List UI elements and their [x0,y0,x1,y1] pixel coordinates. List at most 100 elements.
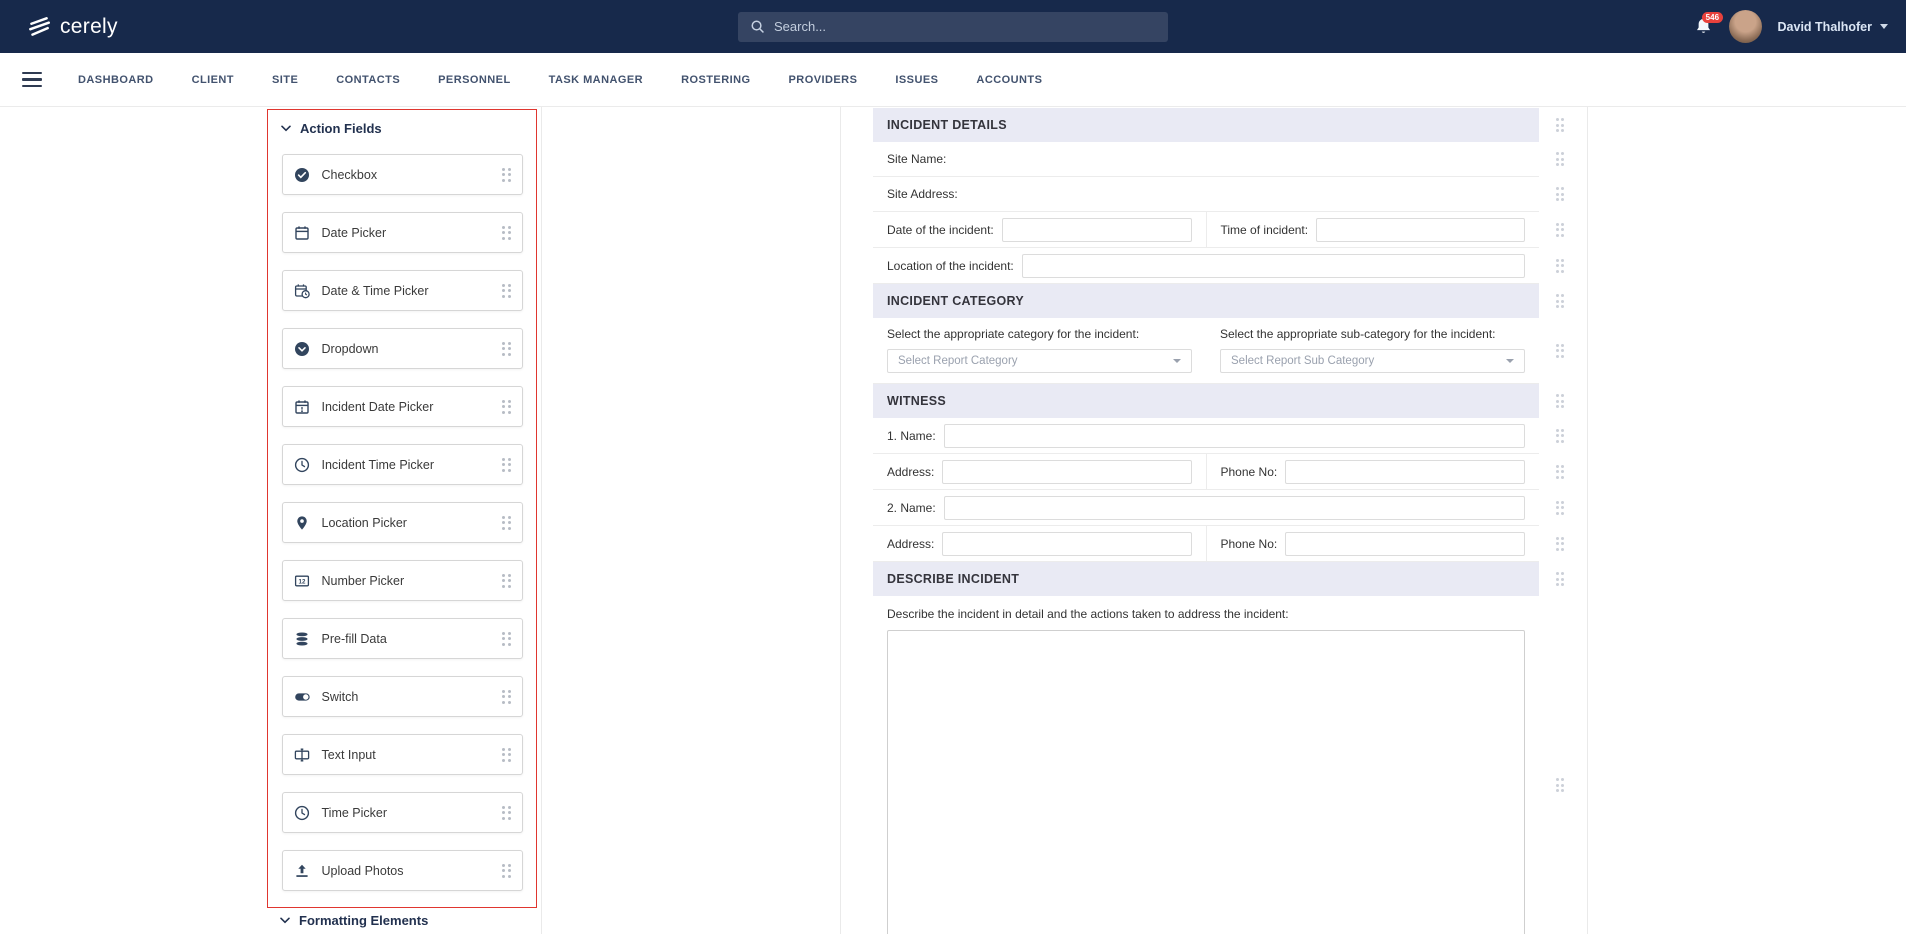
field-card-upload-photos[interactable]: Upload Photos [282,850,523,891]
field-card-time-picker[interactable]: Time Picker [282,792,523,833]
drag-handle-icon[interactable] [1556,394,1565,408]
action-fields-panel: Action Fields Checkbox Date Picker [267,109,537,908]
notifications-button[interactable]: 546 [1694,17,1713,36]
witness2-name-input[interactable] [944,496,1525,520]
section-header-witness: WITNESS [873,384,1539,418]
drag-handle-icon[interactable] [1556,259,1565,273]
upload-icon [294,862,311,879]
field-card-text-input[interactable]: Text Input [282,734,523,775]
incident-location-input[interactable] [1022,254,1525,278]
drag-handle-icon[interactable] [502,284,511,298]
incident-time-input[interactable] [1316,218,1525,242]
form-row-witness1-name: 1. Name: [873,418,1539,454]
form-row-site-address: Site Address: [873,177,1539,212]
form-row-describe: Describe the incident in detail and the … [873,596,1539,934]
nav-item-dashboard[interactable]: DASHBOARD [78,74,154,86]
field-card-switch[interactable]: Switch [282,676,523,717]
drag-handle-icon[interactable] [502,516,511,530]
field-card-date-time-picker[interactable]: Date & Time Picker [282,270,523,311]
witness2-name-label: 2. Name: [887,501,936,515]
drag-handle-icon[interactable] [502,342,511,356]
main-nav: DASHBOARD CLIENT SITE CONTACTS PERSONNEL… [0,53,1906,107]
drag-handle-icon[interactable] [1556,223,1565,237]
pane-divider [541,107,542,934]
section-header-incident-details: INCIDENT DETAILS [873,108,1539,142]
drag-handle-icon[interactable] [502,748,511,762]
nav-item-task-manager[interactable]: TASK MANAGER [549,74,643,86]
nav-item-rostering[interactable]: ROSTERING [681,74,750,86]
drag-handle-icon[interactable] [1556,294,1565,308]
chevron-down-icon [1880,24,1888,29]
formatting-elements-section-toggle[interactable]: Formatting Elements [267,913,428,928]
report-category-dropdown[interactable]: Select Report Category [887,349,1192,373]
nav-item-contacts[interactable]: CONTACTS [336,74,400,86]
describe-textarea[interactable] [887,630,1525,934]
drag-handle-icon[interactable] [502,806,511,820]
topbar-right: 546 David Thalhofer [1694,0,1888,53]
nav-item-personnel[interactable]: PERSONNEL [438,74,511,86]
menu-toggle-button[interactable] [22,72,42,88]
global-search[interactable] [738,12,1168,42]
field-card-checkbox[interactable]: Checkbox [282,154,523,195]
field-card-number-picker[interactable]: 12 Number Picker [282,560,523,601]
field-card-incident-date-picker[interactable]: Incident Date Picker [282,386,523,427]
field-card-dropdown[interactable]: Dropdown [282,328,523,369]
drag-handle-icon[interactable] [1556,118,1565,132]
brand-name: cerely [60,15,118,39]
drag-handle-icon[interactable] [1556,429,1565,443]
report-subcategory-dropdown[interactable]: Select Report Sub Category [1220,349,1525,373]
witness1-phone-input[interactable] [1285,460,1525,484]
action-fields-section-toggle[interactable]: Action Fields [268,110,536,136]
field-card-incident-time-picker[interactable]: Incident Time Picker [282,444,523,485]
main-content: Action Fields Checkbox Date Picker [0,107,1906,934]
drag-handle-icon[interactable] [502,458,511,472]
drag-handle-icon[interactable] [1556,187,1565,201]
drag-handle-icon[interactable] [1556,537,1565,551]
incident-date-input[interactable] [1002,218,1192,242]
witness1-address-input[interactable] [942,460,1191,484]
drag-handle-icon[interactable] [1556,465,1565,479]
map-pin-icon [294,514,311,531]
field-card-date-picker[interactable]: Date Picker [282,212,523,253]
drag-handle-icon[interactable] [502,226,511,240]
drag-handle-icon[interactable] [1556,778,1565,792]
witness1-name-input[interactable] [944,424,1525,448]
form-preview: INCIDENT DETAILS Site Name: Site Address… [873,108,1539,934]
search-input[interactable] [774,19,1156,34]
action-fields-title: Action Fields [300,121,382,136]
drag-handle-icon[interactable] [502,690,511,704]
drag-handle-icon[interactable] [1556,572,1565,586]
drag-handle-icon[interactable] [1556,501,1565,515]
field-card-prefill-data[interactable]: Pre-fill Data [282,618,523,659]
witness2-phone-input[interactable] [1285,532,1525,556]
user-menu[interactable]: David Thalhofer [1778,20,1888,34]
user-name: David Thalhofer [1778,20,1872,34]
chevron-down-icon [1506,359,1514,363]
drag-handle-icon[interactable] [1556,344,1565,358]
avatar[interactable] [1729,10,1762,43]
brand-logo[interactable]: cerely [26,0,118,53]
formatting-elements-title: Formatting Elements [299,913,428,928]
text-input-icon [294,746,311,763]
drag-handle-icon[interactable] [502,168,511,182]
nav-item-client[interactable]: CLIENT [192,74,234,86]
field-cards: Checkbox Date Picker Date & Time Picker [268,154,536,891]
database-icon [294,630,311,647]
nav-item-issues[interactable]: ISSUES [895,74,938,86]
witness2-address-input[interactable] [942,532,1191,556]
drag-handle-icon[interactable] [502,632,511,646]
nav-item-accounts[interactable]: ACCOUNTS [976,74,1042,86]
field-card-location-picker[interactable]: Location Picker [282,502,523,543]
nav-item-site[interactable]: SITE [272,74,298,86]
clock-icon [294,804,311,821]
drag-handle-icon[interactable] [502,864,511,878]
drag-handle-icon[interactable] [502,400,511,414]
topbar: cerely 546 [0,0,1906,53]
site-name-label: Site Name: [887,152,946,166]
section-header-incident-category: INCIDENT CATEGORY [873,284,1539,318]
drag-handle-icon[interactable] [502,574,511,588]
drag-handle-icon[interactable] [1556,152,1565,166]
clock-icon [294,456,311,473]
category-label: Select the appropriate category for the … [887,327,1192,341]
nav-item-providers[interactable]: PROVIDERS [789,74,858,86]
